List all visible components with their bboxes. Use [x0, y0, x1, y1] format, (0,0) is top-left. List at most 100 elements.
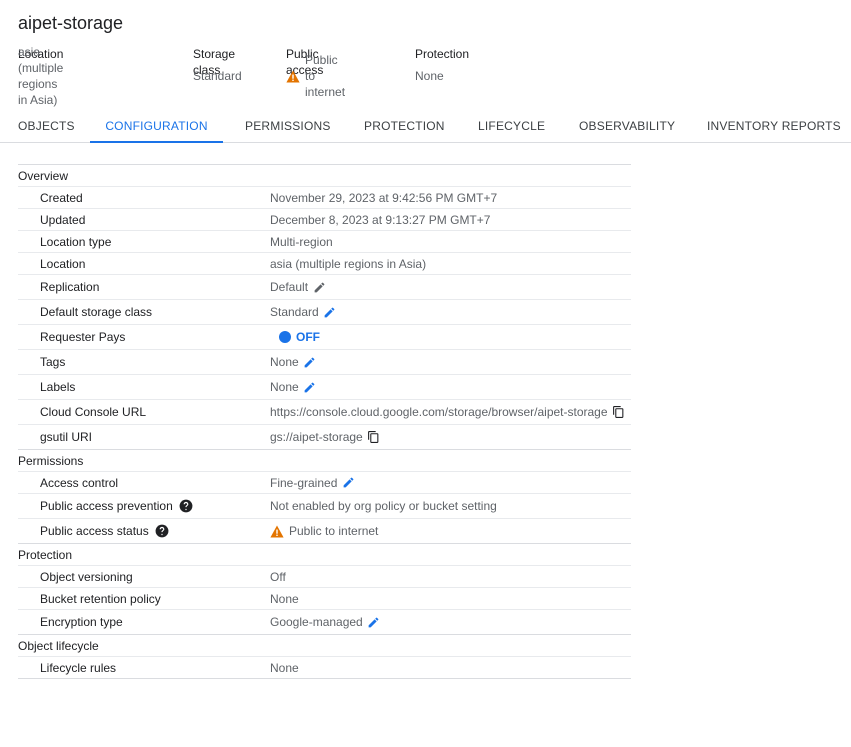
row-object-versioning: Object versioning Off — [18, 565, 631, 587]
tab-configuration[interactable]: CONFIGURATION — [90, 109, 223, 143]
row-label: Public access status — [40, 524, 149, 538]
table-bottom-border — [18, 678, 631, 679]
row-label: Public access prevention — [40, 499, 173, 513]
row-label: Lifecycle rules — [40, 660, 117, 675]
toggle-dot-icon — [279, 331, 291, 343]
row-public-access-status: Public access status Public to internet — [18, 518, 631, 543]
tab-observability[interactable]: OBSERVABILITY — [579, 109, 675, 143]
warning-icon — [270, 525, 284, 538]
row-value: Public to internet — [289, 524, 379, 538]
tab-protection[interactable]: PROTECTION — [364, 109, 445, 143]
row-value-wrap: None — [270, 380, 317, 394]
section-overview-title: Overview — [18, 164, 631, 186]
row-access-control: Access control Fine-grained — [18, 471, 631, 493]
row-value: Multi-region — [270, 234, 333, 249]
row-value: Not enabled by org policy or bucket sett… — [270, 499, 497, 513]
row-value: Off — [270, 569, 286, 584]
row-encryption-type: Encryption type Google-managed — [18, 609, 631, 634]
row-label: Tags — [40, 355, 66, 369]
warning-icon — [286, 70, 300, 83]
tab-inventory-reports[interactable]: INVENTORY REPORTS — [707, 109, 841, 143]
row-value: None — [270, 660, 299, 675]
row-created: Created November 29, 2023 at 9:42:56 PM … — [18, 186, 631, 208]
section-lifecycle-title: Object lifecycle — [18, 634, 631, 656]
edit-icon[interactable] — [303, 355, 317, 369]
tab-bar: OBJECTS CONFIGURATION PERMISSIONS PROTEC… — [0, 109, 851, 143]
summary-value-row: Public to internet — [286, 53, 345, 99]
summary-label: Protection — [415, 47, 470, 61]
edit-icon[interactable] — [303, 380, 317, 394]
row-value-wrap: None — [270, 355, 317, 369]
row-lifecycle-rules: Lifecycle rules None — [18, 656, 631, 678]
help-icon[interactable] — [179, 499, 193, 513]
row-value[interactable]: https://console.cloud.google.com/storage… — [270, 405, 608, 419]
row-value-wrap: Default — [270, 280, 326, 294]
row-value: gs://aipet-storage — [270, 430, 363, 444]
row-public-access-prevention: Public access prevention Not enabled by … — [18, 493, 631, 518]
row-value: December 8, 2023 at 9:13:27 PM GMT+7 — [270, 212, 491, 227]
row-label-wrap: Public access status — [40, 524, 169, 538]
row-value: Standard — [270, 305, 319, 319]
row-value-wrap: Standard — [270, 305, 337, 319]
row-replication: Replication Default — [18, 274, 631, 299]
copy-icon[interactable] — [367, 430, 381, 444]
row-value: Fine-grained — [270, 475, 338, 490]
row-label: Access control — [40, 475, 119, 490]
row-value-wrap: Public to internet — [270, 524, 378, 538]
configuration-panel: Overview Created November 29, 2023 at 9:… — [18, 164, 631, 679]
summary-label: Storage class — [193, 47, 236, 77]
row-updated: Updated December 8, 2023 at 9:13:27 PM G… — [18, 208, 631, 230]
requester-pays-toggle[interactable]: OFF — [279, 330, 320, 344]
edit-icon[interactable] — [312, 280, 326, 294]
row-label: Location type — [40, 234, 112, 249]
row-cloud-console-url: Cloud Console URL https://console.cloud.… — [18, 399, 631, 424]
row-value: None — [270, 355, 299, 369]
row-value: None — [270, 591, 299, 606]
row-location-type: Location type Multi-region — [18, 230, 631, 252]
copy-icon[interactable] — [612, 405, 626, 419]
summary-value: None — [415, 69, 444, 83]
row-label: Encryption type — [40, 615, 123, 629]
row-value: Default — [270, 280, 309, 294]
row-value-wrap: https://console.cloud.google.com/storage… — [270, 405, 626, 419]
edit-icon[interactable] — [341, 476, 355, 490]
row-value: November 29, 2023 at 9:42:56 PM GMT+7 — [270, 190, 498, 205]
row-value-wrap: Google-managed — [270, 615, 381, 629]
summary-location: Location asia (multiple regions in Asia) — [18, 45, 64, 107]
row-label: Replication — [40, 280, 100, 294]
summary-value: asia (multiple regions in Asia) — [18, 45, 64, 107]
row-label-wrap: Public access prevention — [40, 499, 193, 513]
summary-value: Standard — [193, 69, 242, 83]
tab-permissions[interactable]: PERMISSIONS — [245, 109, 331, 143]
row-label: Default storage class — [40, 305, 153, 319]
row-label: gsutil URI — [40, 430, 93, 444]
row-location: Location asia (multiple regions in Asia) — [18, 252, 631, 274]
section-protection-title: Protection — [18, 543, 631, 565]
row-label: Labels — [40, 380, 76, 394]
row-label: Requester Pays — [40, 330, 126, 344]
row-label: Cloud Console URL — [40, 405, 147, 419]
row-value-wrap: gs://aipet-storage — [270, 430, 381, 444]
section-permissions-title: Permissions — [18, 449, 631, 471]
row-value: Google-managed — [270, 615, 363, 629]
row-gsutil-uri: gsutil URI gs://aipet-storage — [18, 424, 631, 449]
row-value-wrap: Fine-grained — [270, 476, 355, 490]
tab-lifecycle[interactable]: LIFECYCLE — [478, 109, 545, 143]
row-value: asia (multiple regions in Asia) — [270, 256, 427, 271]
row-label: Location — [40, 256, 86, 271]
toggle-label: OFF — [296, 330, 320, 344]
help-icon[interactable] — [155, 524, 169, 538]
summary-value: Public to internet — [305, 53, 346, 99]
row-value-wrap: OFF — [270, 330, 320, 344]
tab-objects[interactable]: OBJECTS — [18, 109, 75, 143]
row-tags: Tags None — [18, 349, 631, 374]
row-value: None — [270, 380, 299, 394]
row-labels: Labels None — [18, 374, 631, 399]
summary-public-access: Public access Public to internet — [286, 46, 345, 99]
summary-protection: Protection None — [415, 46, 469, 84]
edit-icon[interactable] — [323, 305, 337, 319]
summary-storage-class: Storage class Standard — [193, 46, 242, 84]
row-requester-pays: Requester Pays OFF — [18, 324, 631, 349]
edit-icon[interactable] — [367, 615, 381, 629]
row-label: Object versioning — [40, 569, 133, 584]
